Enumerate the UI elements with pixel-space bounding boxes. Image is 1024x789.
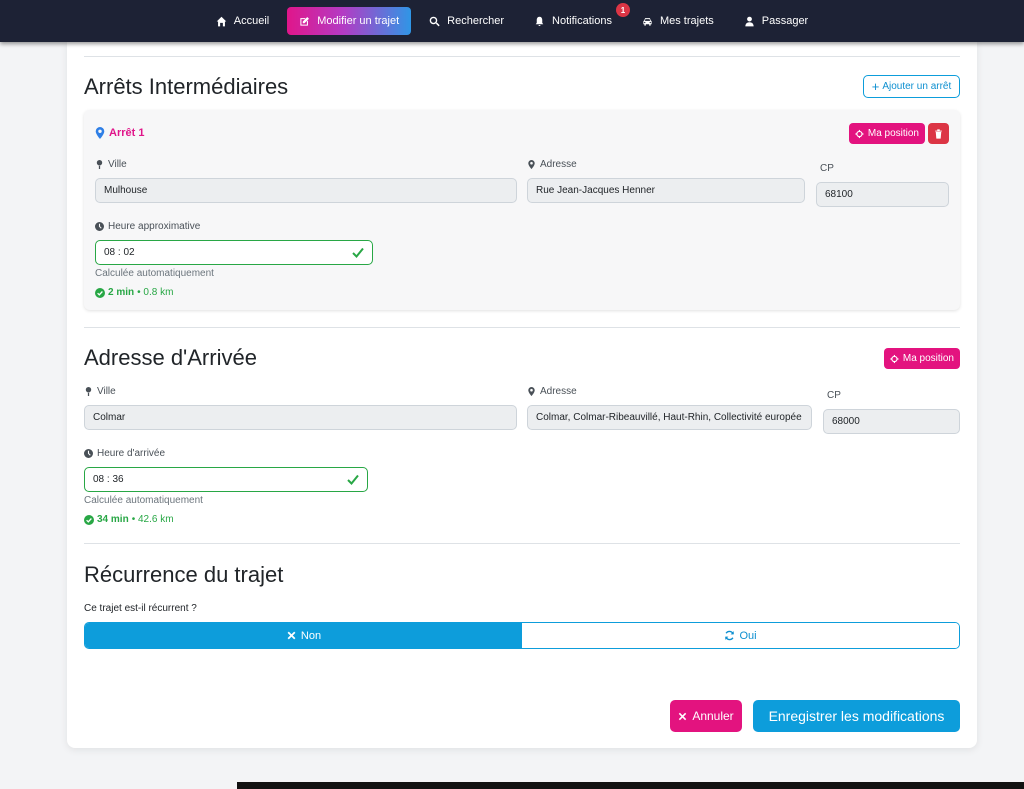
stop-card [84, 110, 960, 310]
user-icon [745, 16, 754, 26]
nav-passager-label: Passager [761, 15, 809, 27]
cancel-button[interactable]: Annuler [670, 700, 742, 732]
save-changes-button[interactable]: Enregistrer les modifications [753, 700, 960, 732]
search-icon [429, 16, 440, 26]
arrival-address-input[interactable]: Colmar, Colmar-Ribeauvillé, Haut-Rhin, C… [527, 405, 812, 430]
clock-icon [84, 449, 93, 458]
recurrence-yes-option[interactable]: Oui [522, 623, 959, 648]
nav-rechercher[interactable]: Rechercher [417, 7, 516, 35]
stop-cp-label: CP [820, 163, 834, 174]
stop-cp-input[interactable]: 68100 [816, 182, 949, 207]
bell-icon [535, 16, 544, 26]
stop-city-input[interactable]: Mulhouse [95, 178, 517, 203]
x-icon [679, 712, 687, 720]
top-navbar: Accueil Modifier un trajet Rechercher No… [0, 0, 1024, 42]
section-divider [84, 327, 960, 328]
stop-duration-distance: 2 min • 0.8 km [95, 287, 173, 298]
arrival-city-label: Ville [84, 386, 116, 397]
arrival-time-label: Heure d'arrivée [84, 448, 165, 459]
arrival-address-label: Adresse [527, 386, 577, 397]
nav-accueil[interactable]: Accueil [204, 7, 281, 35]
recurrence-no-option[interactable]: Non [85, 623, 522, 648]
check-circle-icon [95, 287, 105, 298]
arrival-time-input[interactable]: 08 : 36 [84, 467, 368, 492]
crosshairs-icon [855, 129, 864, 138]
nav-passager[interactable]: Passager [732, 7, 820, 35]
stop-time-input[interactable]: 08 : 02 [95, 240, 373, 265]
nav-accueil-label: Accueil [233, 15, 270, 27]
stops-section-title: Arrêts Intermédiaires [84, 74, 289, 99]
pin-icon [96, 160, 103, 169]
stop-title-label: Arrêt 1 [109, 127, 145, 139]
map-marker-icon [528, 160, 535, 169]
nav-notifications[interactable]: Notifications 1 [522, 3, 630, 35]
add-stop-button[interactable]: + Ajouter un arrêt [863, 75, 960, 98]
recurrence-question: Ce trajet est-il récurrent ? [84, 603, 197, 614]
plus-icon: + [871, 78, 880, 94]
notification-count-badge: 1 [615, 3, 630, 17]
trash-icon [935, 128, 942, 139]
car-icon [643, 17, 652, 26]
check-circle-icon [84, 514, 94, 525]
nav-mes-trajets[interactable]: Mes trajets [630, 7, 726, 35]
stop-title: Arrêt 1 [95, 127, 144, 139]
cancel-label: Annuler [692, 709, 734, 723]
add-stop-label: Ajouter un arrêt [882, 81, 952, 92]
stop-city-label: Ville [95, 159, 127, 170]
stop-auto-hint: Calculée automatiquement [95, 268, 214, 279]
arrival-cp-label: CP [827, 390, 841, 401]
recurrence-toggle: Non Oui [84, 622, 960, 649]
nav-notifications-label: Notifications [552, 15, 612, 27]
save-label: Enregistrer les modifications [768, 708, 945, 724]
arrival-my-position-label: Ma position [902, 353, 954, 364]
x-icon [287, 631, 296, 640]
sync-icon [725, 630, 735, 641]
crosshairs-icon [890, 354, 899, 363]
nav-modifier-trajet[interactable]: Modifier un trajet [287, 7, 412, 35]
stop-address-input[interactable]: Rue Jean-Jacques Henner [527, 178, 805, 203]
arrival-duration-distance: 34 min • 42.6 km [84, 514, 174, 525]
section-divider [84, 56, 960, 57]
section-divider [84, 543, 960, 544]
recurrence-section-title: Récurrence du trajet [84, 562, 284, 587]
check-icon [347, 474, 359, 485]
map-marker-icon [528, 387, 535, 396]
arrival-cp-input[interactable]: 68000 [823, 409, 960, 434]
arrival-my-position-button[interactable]: Ma position [884, 348, 960, 369]
map-marker-icon [95, 127, 105, 139]
stop-my-position-label: Ma position [867, 128, 919, 139]
nav-mes-trajets-label: Mes trajets [659, 15, 714, 27]
home-icon [216, 16, 227, 26]
stop-my-position-button[interactable]: Ma position [849, 123, 925, 144]
nav-rechercher-label: Rechercher [447, 15, 505, 27]
clock-icon [95, 222, 104, 231]
edit-icon [300, 16, 310, 26]
pin-icon [85, 387, 92, 396]
arrival-section-title: Adresse d'Arrivée [84, 345, 257, 370]
bottom-bar [237, 782, 1024, 789]
stop-address-label: Adresse [527, 159, 577, 170]
arrival-city-input[interactable]: Colmar [84, 405, 517, 430]
arrival-auto-hint: Calculée automatiquement [84, 495, 203, 506]
check-icon [352, 247, 364, 258]
nav-modifier-trajet-label: Modifier un trajet [317, 15, 400, 27]
delete-stop-button[interactable] [928, 123, 949, 144]
stop-time-label: Heure approximative [95, 221, 200, 232]
